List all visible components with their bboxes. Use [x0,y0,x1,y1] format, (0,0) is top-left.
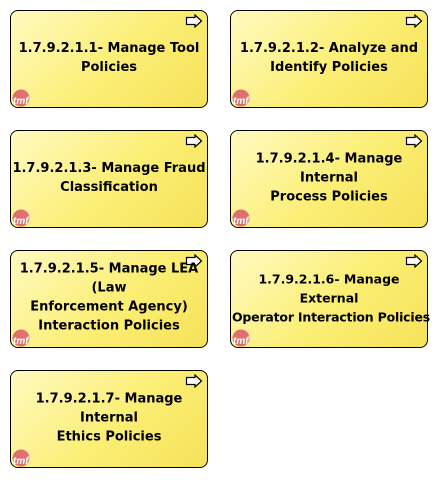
process-label-line: 1.7.9.2.1.1- Manage Tool [18,41,200,57]
process-label: 1.7.9.2.1.4- Manage Internal Process Pol… [231,149,427,206]
process-label: 1.7.9.2.1.5- Manage LEA (Law Enforcement… [11,259,207,335]
tmf-logo-icon: tmf [232,329,250,347]
process-label-line: 1.7.9.2.1.3- Manage Fraud [12,161,206,177]
svg-text:tmf: tmf [233,336,250,347]
process-box-1-7-9-2-1-1[interactable]: 1.7.9.2.1.1- Manage Tool Policies tmf [10,10,208,108]
svg-text:tmf: tmf [233,96,250,107]
process-label-line: 1.7.9.2.1.7- Manage Internal [35,391,183,426]
tmf-logo-icon: tmf [12,329,30,347]
process-label: 1.7.9.2.1.6- Manage External Operator In… [231,269,430,326]
process-arrow-icon [405,254,423,268]
svg-text:tmf: tmf [13,456,30,467]
process-box-1-7-9-2-1-2[interactable]: 1.7.9.2.1.2- Analyze and Identify Polici… [230,10,428,108]
process-label-line: Ethics Policies [56,429,162,445]
process-label-line: Identify Policies [270,60,388,76]
svg-text:tmf: tmf [13,96,30,107]
process-label: 1.7.9.2.1.2- Analyze and Identify Polici… [231,39,427,77]
process-label-line: Process Policies [270,189,388,205]
tmf-logo-icon: tmf [232,209,250,227]
process-arrow-icon [185,374,203,388]
svg-text:tmf: tmf [233,216,250,227]
process-label-line: Classification [60,180,158,196]
process-label: 1.7.9.2.1.7- Manage Internal Ethics Poli… [11,389,207,446]
process-label-line: Policies [80,60,138,76]
tmf-logo-icon: tmf [12,449,30,467]
tmf-logo-icon: tmf [12,209,30,227]
process-arrow-icon [185,134,203,148]
svg-text:tmf: tmf [13,336,30,347]
process-arrow-icon [405,134,423,148]
process-arrow-icon [185,14,203,28]
process-box-1-7-9-2-1-3[interactable]: 1.7.9.2.1.3- Manage Fraud Classification… [10,130,208,228]
process-label-line: Enforcement Agency) [30,299,188,315]
tmf-logo-icon: tmf [232,89,250,107]
process-label-line: Operator Interaction Policies [232,309,430,325]
process-label: 1.7.9.2.1.1- Manage Tool Policies [11,39,207,77]
process-label-line: 1.7.9.2.1.2- Analyze and [239,41,419,57]
process-box-1-7-9-2-1-6[interactable]: 1.7.9.2.1.6- Manage External Operator In… [230,250,430,348]
process-label-line: 1.7.9.2.1.4- Manage Internal [255,151,403,186]
process-label-line: 1.7.9.2.1.6- Manage External [258,271,400,306]
svg-text:tmf: tmf [13,216,30,227]
process-arrow-icon [405,14,423,28]
tmf-logo-icon: tmf [12,89,30,107]
process-label-line: Interaction Policies [38,318,180,334]
process-label: 1.7.9.2.1.3- Manage Fraud Classification [11,159,207,197]
process-box-1-7-9-2-1-7[interactable]: 1.7.9.2.1.7- Manage Internal Ethics Poli… [10,370,208,468]
process-box-1-7-9-2-1-5[interactable]: 1.7.9.2.1.5- Manage LEA (Law Enforcement… [10,250,208,348]
process-box-1-7-9-2-1-4[interactable]: 1.7.9.2.1.4- Manage Internal Process Pol… [230,130,428,228]
process-label-line: 1.7.9.2.1.5- Manage LEA (Law [19,261,199,296]
